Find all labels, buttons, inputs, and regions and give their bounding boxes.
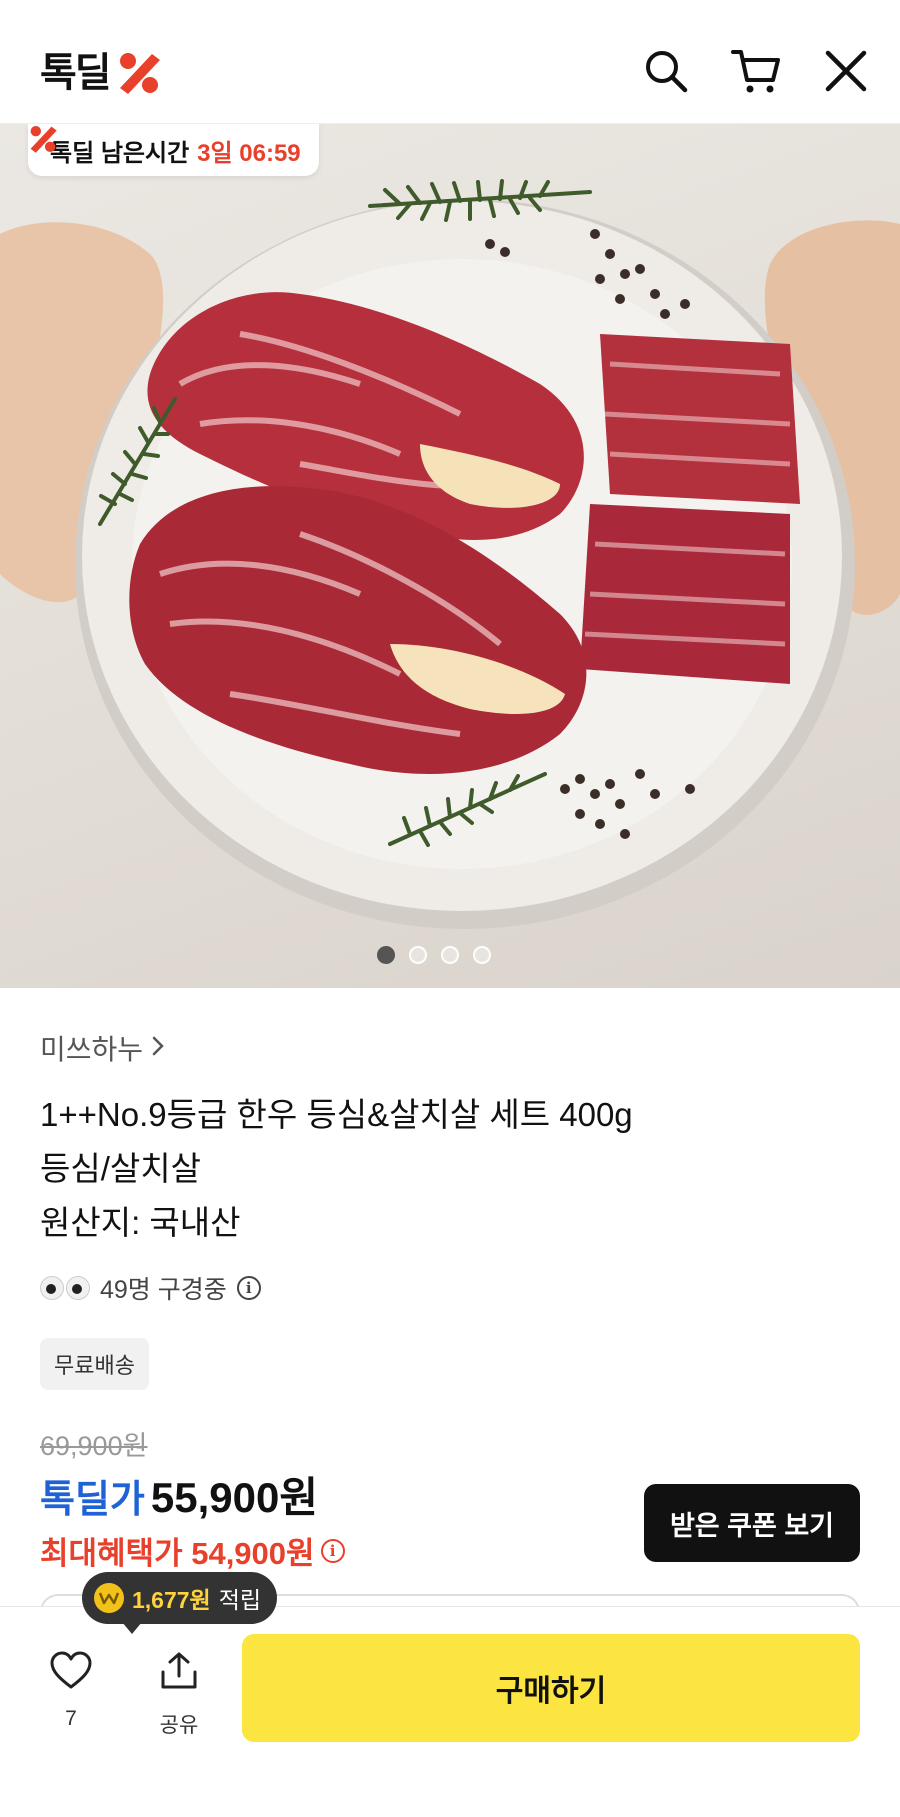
close-icon[interactable] — [820, 45, 872, 97]
free-shipping-badge: 무료배송 — [40, 1338, 149, 1390]
logo-text: 톡딜 — [40, 50, 112, 96]
seller-link[interactable]: 미쓰하누 — [40, 1028, 165, 1068]
product-title-line-2: 등심/살치살 — [40, 1150, 201, 1187]
seller-name: 미쓰하누 — [40, 1034, 144, 1065]
points-amount: 1,677원 — [132, 1587, 211, 1613]
share-icon — [158, 1652, 200, 1696]
carousel-dot[interactable] — [409, 946, 427, 964]
max-benefit-price: 최대혜택가 54,900원 — [40, 1536, 315, 1571]
deal-price: 55,900원 — [150, 1474, 318, 1521]
chevron-right-icon — [151, 1032, 165, 1064]
product-origin: 원산지: 국내산 — [40, 1204, 241, 1241]
info-icon[interactable]: i — [236, 1276, 261, 1300]
view-coupons-button[interactable]: 받은 쿠폰 보기 — [644, 1484, 860, 1562]
viewer-count: 49명 구경중 i — [40, 1270, 261, 1306]
heart-icon — [49, 1651, 93, 1694]
carousel-dot[interactable] — [473, 946, 491, 964]
search-icon[interactable] — [640, 45, 692, 97]
product-image-carousel[interactable]: 톡딜 남은시간 3일 06:59 — [0, 124, 900, 988]
deal-price-row: 톡딜가 55,900원 — [40, 1464, 318, 1525]
coin-icon — [94, 1583, 124, 1613]
eyes-icon — [40, 1276, 90, 1300]
logo[interactable]: 톡딜 — [40, 50, 162, 96]
app-header: 톡딜 — [0, 0, 900, 124]
product-title-line-1: 1++No.9등급 한우 등심&살치살 세트 400g — [40, 1096, 633, 1133]
share-button[interactable]: 공유 — [144, 1650, 214, 1739]
info-icon[interactable]: i — [320, 1538, 345, 1563]
points-tooltip: 1,677원 적립 — [82, 1572, 278, 1634]
points-text: 적립 — [218, 1587, 262, 1613]
share-label: 공유 — [159, 1714, 199, 1737]
timer-value: 3일 06:59 — [197, 139, 301, 167]
carousel-indicator — [0, 946, 884, 964]
product-photo — [0, 179, 900, 929]
deal-timer: 톡딜 남은시간 3일 06:59 — [28, 124, 319, 176]
deal-price-label: 톡딜가 — [40, 1479, 145, 1521]
max-benefit-row: 최대혜택가 54,900원 i — [40, 1528, 345, 1573]
like-button[interactable]: 7 — [36, 1650, 106, 1731]
like-count: 7 — [65, 1707, 77, 1730]
viewer-count-text: 49명 구경중 — [100, 1276, 227, 1304]
buy-button[interactable]: 구매하기 — [242, 1634, 860, 1742]
carousel-dot[interactable] — [377, 946, 395, 964]
original-price: 69,900원 — [40, 1431, 148, 1461]
cart-icon[interactable] — [730, 45, 782, 97]
timer-label: 톡딜 남은시간 — [50, 139, 190, 167]
carousel-dot[interactable] — [441, 946, 459, 964]
logo-percent-icon — [116, 50, 162, 96]
